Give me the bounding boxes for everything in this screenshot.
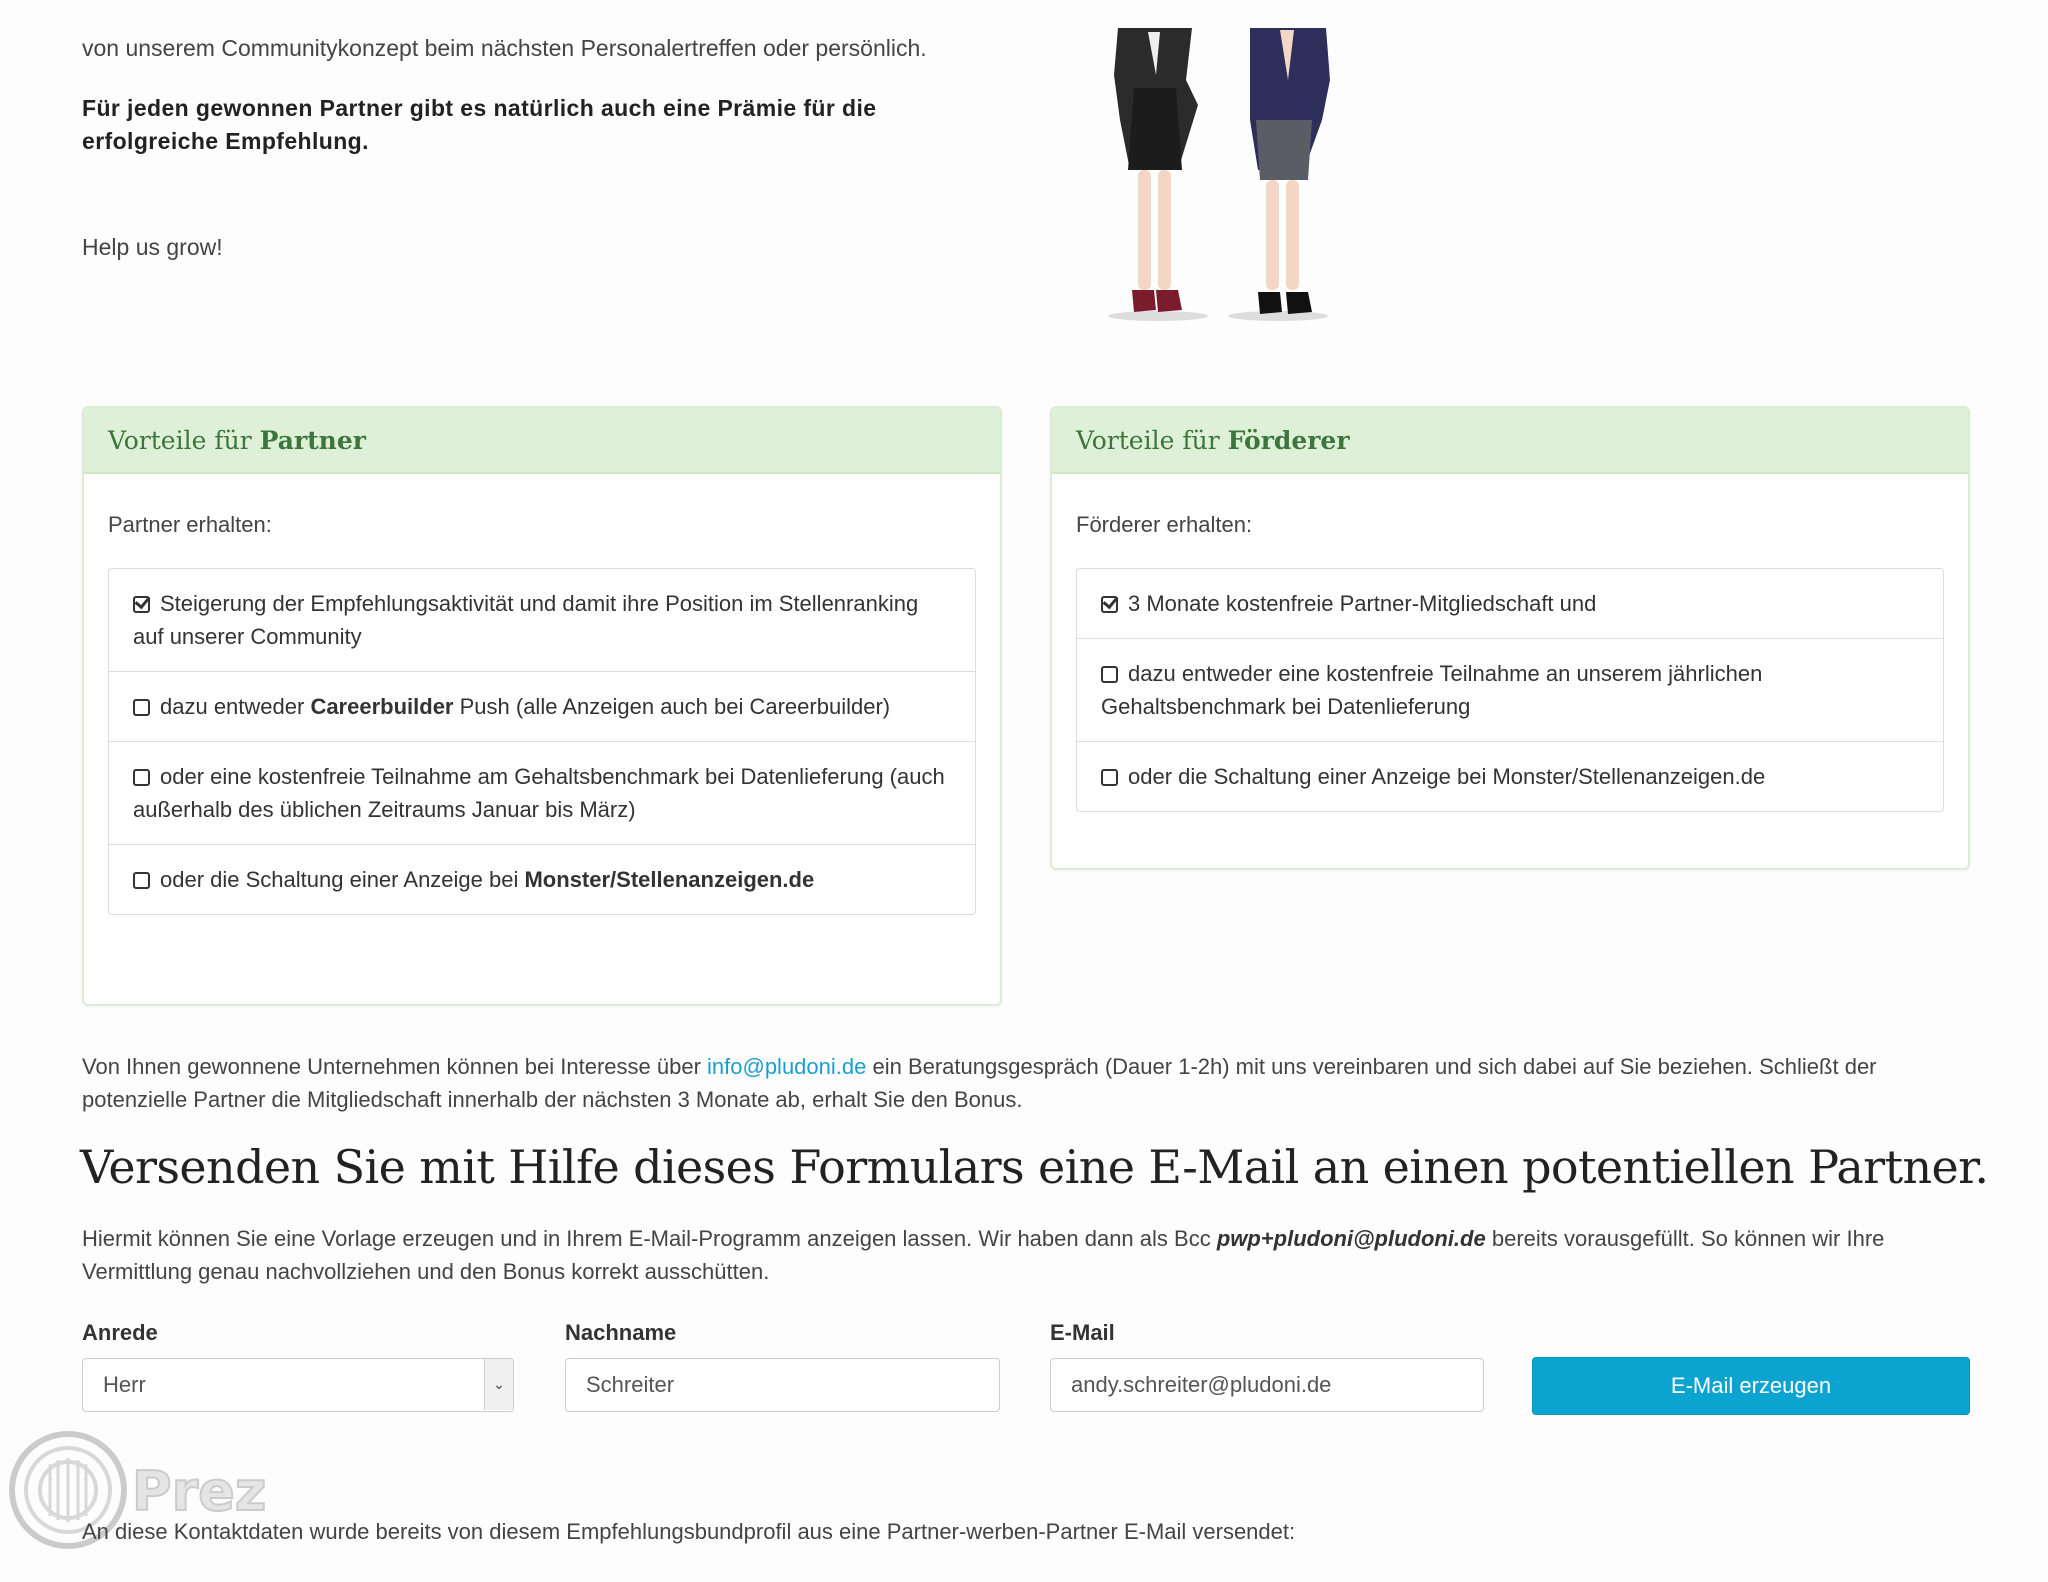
anrede-select[interactable]: Herr ⌄ [82,1358,514,1412]
checked-checkbox-icon [133,596,150,613]
list-item-text-pre: dazu entweder [160,694,311,719]
list-item-text-bold: Careerbuilder [310,694,454,719]
page: von unserem Communitykonzept beim nächst… [0,0,2048,1582]
chevron-down-icon[interactable]: ⌄ [484,1359,513,1410]
unchecked-checkbox-icon [133,769,150,786]
prezi-watermark-text: Prezi [132,1460,266,1523]
unchecked-checkbox-icon [1101,666,1118,683]
list-item: dazu entweder eine kostenfreie Teilnahme… [1077,638,1943,741]
list-item: Steigerung der Empfehlungsaktivität und … [109,569,975,671]
anrede-label: Anrede [82,1320,158,1345]
partner-panel-heading: Vorteile für Partner [84,408,1000,474]
foerderer-benefits-panel: Vorteile für Förderer Förderer erhalten:… [1050,406,1970,870]
list-item: dazu entweder Careerbuilder Push (alle A… [109,671,975,741]
form-description: Hiermit können Sie eine Vorlage erzeugen… [82,1222,1962,1288]
email-value: andy.schreiter@pludoni.de [1071,1372,1332,1397]
foerderer-heading-prefix: Vorteile für [1076,425,1220,455]
intro-bold-text: Für jeden gewonnen Partner gibt es natür… [82,95,877,154]
list-item-text: Steigerung der Empfehlungsaktivität und … [133,591,919,649]
list-item-text: oder eine kostenfreie Teilnahme am Gehal… [133,764,945,822]
list-item: oder eine kostenfreie Teilnahme am Gehal… [109,741,975,844]
unchecked-checkbox-icon [133,872,150,889]
list-item: oder die Schaltung einer Anzeige bei Mon… [109,844,975,914]
list-item: oder die Schaltung einer Anzeige bei Mon… [1077,741,1943,811]
foerderer-benefits-list: 3 Monate kostenfreie Partner-Mitgliedsch… [1076,568,1944,812]
form-heading: Versenden Sie mit Hilfe dieses Formulars… [80,1140,1989,1194]
info-email-link[interactable]: info@pludoni.de [707,1054,866,1079]
foerderer-panel-heading: Vorteile für Förderer [1052,408,1968,474]
foerderer-lead-text: Förderer erhalten: [1076,512,1253,537]
email-label: E-Mail [1050,1320,1115,1345]
list-item-text: oder die Schaltung einer Anzeige bei Mon… [1128,764,1766,789]
partner-lead-text: Partner erhalten: [108,512,272,537]
checked-checkbox-icon [1101,596,1118,613]
email-input[interactable]: andy.schreiter@pludoni.de [1050,1358,1484,1412]
partner-heading-prefix: Vorteile für [108,425,252,455]
list-item-text: dazu entweder eine kostenfreie Teilnahme… [1101,661,1763,719]
nachname-input[interactable]: Schreiter [565,1358,1000,1412]
anrede-selected-value: Herr [103,1372,146,1397]
unchecked-checkbox-icon [133,699,150,716]
list-item-text-pre: oder die Schaltung einer Anzeige bei [160,867,525,892]
help-grow-text: Help us grow! [82,234,223,260]
intro-text: von unserem Communitykonzept beim nächst… [82,35,927,61]
footer-note: An diese Kontaktdaten wurde bereits von … [82,1519,1296,1544]
unchecked-checkbox-icon [1101,769,1118,786]
list-item-text-post: Push (alle Anzeigen auch bei Careerbuild… [453,694,891,719]
partner-benefits-panel: Vorteile für Partner Partner erhalten: S… [82,406,1002,1006]
info-text-pre: Von Ihnen gewonnene Unternehmen können b… [82,1054,708,1079]
form-desc-pre: Hiermit können Sie eine Vorlage erzeugen… [82,1226,1217,1251]
foerderer-heading-bold: Förderer [1227,425,1350,455]
two-businesswomen-illustration [1090,20,1350,325]
partner-heading-bold: Partner [259,425,366,455]
list-item: 3 Monate kostenfreie Partner-Mitgliedsch… [1077,569,1943,638]
nachname-label: Nachname [565,1320,677,1345]
nachname-value: Schreiter [586,1372,675,1397]
list-item-text-bold: Monster/Stellenanzeigen.de [524,867,815,892]
partner-benefits-list: Steigerung der Empfehlungsaktivität und … [108,568,976,915]
info-paragraph: Von Ihnen gewonnene Unternehmen können b… [82,1050,1962,1116]
generate-email-button[interactable]: E-Mail erzeugen [1532,1357,1970,1415]
bcc-email: pwp+pludoni@pludoni.de [1216,1226,1486,1251]
list-item-text: 3 Monate kostenfreie Partner-Mitgliedsch… [1128,591,1597,616]
